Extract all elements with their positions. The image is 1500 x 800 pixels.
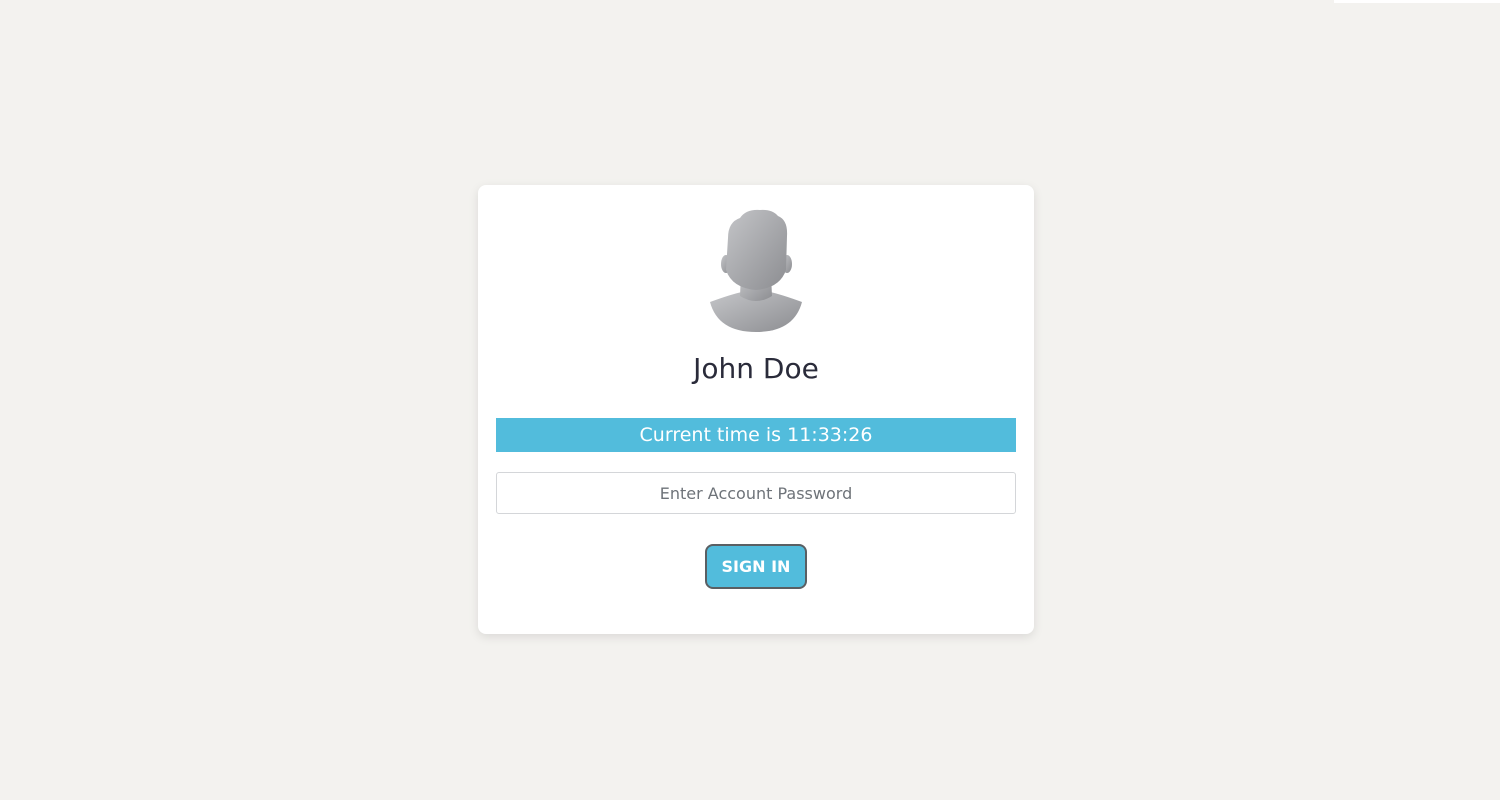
current-time-banner: Current time is 11:33:26	[496, 418, 1016, 452]
user-avatar	[704, 206, 808, 334]
password-input[interactable]	[496, 472, 1016, 514]
user-name: John Doe	[693, 352, 819, 385]
sign-in-button[interactable]: SIGN IN	[705, 544, 807, 589]
top-edge-strip	[1334, 0, 1500, 3]
user-silhouette-icon	[710, 209, 802, 332]
